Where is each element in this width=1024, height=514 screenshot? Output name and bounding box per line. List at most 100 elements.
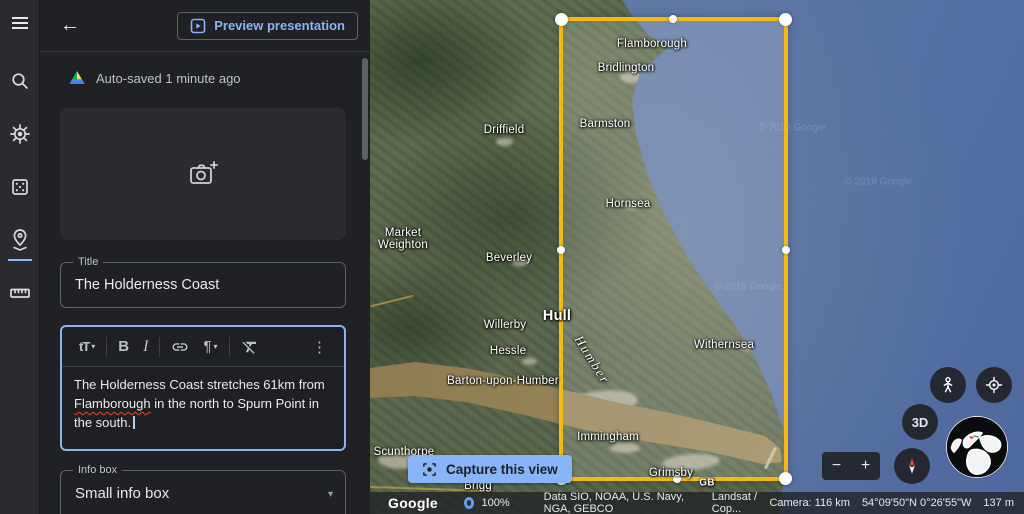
ship-wheel-icon bbox=[10, 124, 30, 144]
data-attribution: Data SIO, NOAA, U.S. Navy, NGA, GEBCO bbox=[543, 491, 685, 514]
map-watermark: © 2019 Google bbox=[844, 176, 912, 188]
3d-toggle-button[interactable]: 3D bbox=[902, 404, 938, 440]
panel-header: ← Preview presentation bbox=[40, 0, 370, 52]
camera-altitude: 137 m bbox=[983, 497, 1014, 509]
camera-coordinates: 54°09'50"N 0°26'55"W bbox=[861, 497, 972, 509]
infobox-select[interactable]: Info box Small info box ▾ bbox=[60, 464, 346, 514]
my-location-icon bbox=[985, 376, 1003, 394]
map-label-country-gb: GB bbox=[699, 477, 715, 489]
map-label-market-weighton: Market Weighton bbox=[378, 227, 428, 251]
clear-formatting-button[interactable] bbox=[234, 338, 266, 356]
ruler-icon bbox=[10, 288, 30, 298]
slide-image-placeholder[interactable] bbox=[60, 108, 346, 240]
selection-handle-top-right[interactable] bbox=[779, 13, 792, 26]
link-icon bbox=[172, 342, 188, 351]
selection-handle-top[interactable] bbox=[669, 15, 677, 23]
imagery-quality-icon bbox=[464, 497, 475, 509]
map-label-beverley: Beverley bbox=[485, 252, 533, 264]
toolbar-divider bbox=[159, 336, 161, 357]
back-button[interactable]: ← bbox=[60, 14, 80, 37]
description-text-misspelled: Flamborough bbox=[74, 395, 151, 411]
google-earth-app: ← Preview presentation Auto-saved 1 minu… bbox=[0, 0, 1024, 514]
preview-presentation-button[interactable]: Preview presentation bbox=[177, 11, 358, 40]
capture-view-icon bbox=[423, 462, 436, 476]
paragraph-style-button[interactable]: ¶ ▾ bbox=[196, 338, 224, 355]
map-label-flamborough: Flamborough bbox=[617, 38, 687, 50]
editor-toolbar: tT ▾ B I ¶ ▾ ⋮ bbox=[62, 327, 344, 367]
left-rail bbox=[0, 0, 40, 514]
selection-handle-right[interactable] bbox=[782, 246, 790, 254]
compass-needle-icon bbox=[909, 458, 915, 474]
dropdown-caret-icon: ▾ bbox=[327, 489, 333, 500]
projects-button[interactable] bbox=[0, 217, 40, 263]
caret-down-icon: ▾ bbox=[213, 342, 218, 351]
urban-patch bbox=[496, 138, 513, 146]
text-size-button[interactable]: tT ▾ bbox=[72, 339, 102, 354]
imagery-attribution: Landsat / Cop... bbox=[711, 491, 758, 514]
globe-view-button[interactable] bbox=[946, 416, 1008, 478]
imagery-percent: 100% bbox=[481, 497, 510, 509]
description-text[interactable]: The Holderness Coast stretches 61km from… bbox=[62, 367, 344, 442]
google-logo: Google bbox=[388, 495, 439, 511]
play-presentation-icon bbox=[190, 18, 206, 33]
selection-handle-top-left[interactable] bbox=[555, 13, 568, 26]
zoom-in-button[interactable]: + bbox=[851, 457, 880, 475]
panel-scrollbar[interactable] bbox=[362, 58, 368, 160]
map-label-hornsea: Hornsea bbox=[605, 198, 651, 210]
feeling-lucky-button[interactable] bbox=[0, 164, 40, 210]
search-icon bbox=[12, 73, 28, 89]
zoom-out-button[interactable]: − bbox=[822, 457, 851, 475]
zoom-control[interactable]: − + bbox=[822, 452, 880, 480]
compass-button[interactable] bbox=[894, 448, 930, 484]
measure-button[interactable] bbox=[0, 270, 40, 316]
map-label-barmston: Barmston bbox=[579, 118, 631, 130]
map-label-hessle: Hessle bbox=[489, 345, 527, 357]
insert-link-button[interactable] bbox=[164, 338, 196, 356]
voyager-button[interactable] bbox=[0, 111, 40, 157]
dice-icon bbox=[12, 179, 28, 195]
map-label-withernsea: Withernsea bbox=[693, 339, 755, 351]
3d-label: 3D bbox=[911, 414, 929, 430]
toolbar-divider bbox=[228, 336, 230, 357]
clear-formatting-icon bbox=[242, 341, 256, 354]
title-field[interactable]: Title The Holderness Coast bbox=[60, 256, 346, 308]
caret-down-icon: ▾ bbox=[91, 342, 96, 351]
map-status-bar: Google 100% Data SIO, NOAA, U.S. Navy, N… bbox=[370, 491, 1024, 514]
presentation-panel: ← Preview presentation Auto-saved 1 minu… bbox=[40, 0, 370, 514]
map-label-immingham: Immingham bbox=[577, 431, 639, 443]
map-pin-icon bbox=[13, 229, 27, 251]
autosave-row: Auto-saved 1 minute ago bbox=[40, 52, 370, 87]
pegman-button[interactable] bbox=[930, 367, 966, 403]
search-button[interactable] bbox=[0, 58, 40, 104]
bold-button[interactable]: B bbox=[111, 338, 136, 355]
description-text-before: The Holderness Coast stretches 61km from bbox=[74, 377, 325, 392]
map-label-driffield: Driffield bbox=[483, 124, 525, 136]
map-label-bridlington: Bridlington bbox=[597, 62, 655, 74]
toolbar-divider bbox=[106, 336, 108, 357]
map-viewport[interactable]: © 2019 Google © 2019 Google © 2019 Googl… bbox=[370, 0, 1024, 514]
my-location-button[interactable] bbox=[976, 367, 1012, 403]
description-editor[interactable]: tT ▾ B I ¶ ▾ ⋮ The Holderness Coast stre… bbox=[60, 325, 346, 451]
camera-readout: Camera: 116 km 54°09'50"N 0°26'55"W 137 … bbox=[769, 497, 1014, 509]
infobox-value[interactable]: Small info box bbox=[61, 471, 345, 514]
capture-this-view-button[interactable]: Capture this view bbox=[408, 455, 572, 483]
map-label-hull: Hull bbox=[542, 308, 572, 324]
selection-handle-bottom-right[interactable] bbox=[779, 472, 792, 485]
title-field-value[interactable]: The Holderness Coast bbox=[61, 263, 345, 307]
preview-presentation-label: Preview presentation bbox=[214, 18, 345, 33]
pegman-icon bbox=[943, 376, 953, 393]
italic-button[interactable]: I bbox=[136, 338, 155, 356]
capture-region-rectangle[interactable] bbox=[555, 13, 792, 485]
more-options-button[interactable]: ⋮ bbox=[305, 338, 334, 356]
map-label-barton-upon-humber: Barton-upon-Humber bbox=[447, 375, 559, 387]
selection-handle-left[interactable] bbox=[557, 246, 565, 254]
paragraph-icon: ¶ bbox=[203, 338, 212, 355]
title-field-label: Title bbox=[73, 256, 104, 268]
google-drive-icon bbox=[69, 71, 85, 84]
camera-distance: Camera: 116 km bbox=[769, 497, 850, 509]
main-menu-button[interactable] bbox=[0, 0, 40, 46]
earth-globe-icon bbox=[946, 416, 1008, 478]
hamburger-icon bbox=[12, 17, 28, 29]
map-label-willerby: Willerby bbox=[483, 319, 527, 331]
map-label-grimsby: Grimsby bbox=[648, 467, 694, 479]
